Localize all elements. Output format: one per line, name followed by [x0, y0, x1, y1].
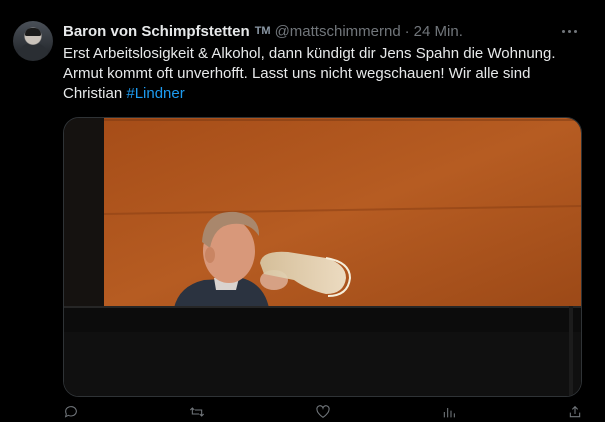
- reply-button[interactable]: [63, 402, 79, 422]
- tweet-media[interactable]: [63, 117, 582, 397]
- hashtag-link[interactable]: #Lindner: [126, 85, 184, 102]
- tweet-text: Erst Arbeitslosigkeit & Alkohol, dann kü…: [63, 44, 588, 104]
- tweet-card[interactable]: Baron von Schimpfstetten TM @mattschimme…: [0, 0, 605, 418]
- more-options-icon[interactable]: [556, 22, 582, 40]
- tweet-header: Baron von Schimpfstetten TM @mattschimme…: [63, 21, 463, 41]
- views-button[interactable]: [441, 402, 457, 422]
- avatar[interactable]: [13, 21, 53, 61]
- separator: ·: [404, 22, 410, 40]
- share-icon: [569, 405, 581, 418]
- share-button[interactable]: [567, 402, 583, 422]
- timestamp[interactable]: 24 Min.: [414, 23, 463, 40]
- reply-icon: [64, 406, 77, 418]
- retweet-icon: [189, 407, 205, 417]
- action-bar: [63, 402, 583, 422]
- display-name[interactable]: Baron von Schimpfstetten: [63, 23, 250, 40]
- retweet-button[interactable]: [189, 402, 205, 422]
- like-button[interactable]: [315, 402, 331, 422]
- media-photo: [64, 118, 581, 396]
- name-suffix: TM: [254, 25, 271, 37]
- heart-icon: [316, 405, 330, 418]
- views-icon: [443, 408, 455, 418]
- user-handle[interactable]: @mattschimmernd: [275, 23, 401, 40]
